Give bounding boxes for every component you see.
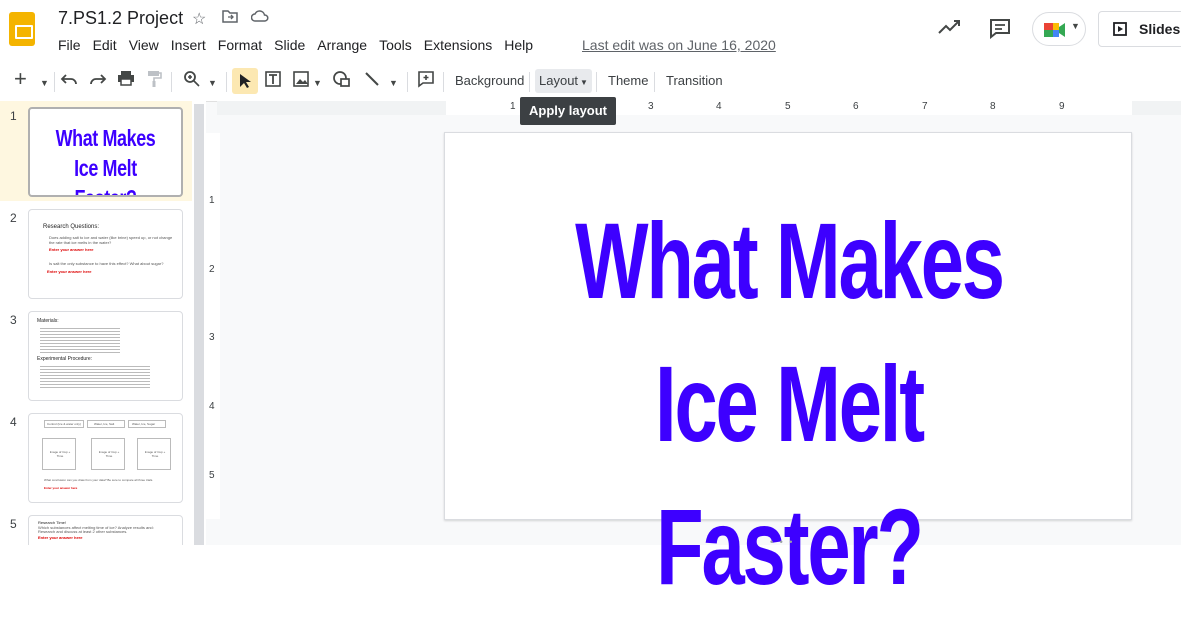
menu-insert[interactable]: Insert: [165, 36, 212, 56]
slide-title-text[interactable]: What Makes Ice Melt Faster?: [541, 189, 1036, 618]
comment-add-icon[interactable]: [417, 70, 435, 94]
thumbnail-image-box: Image of Cup + Time: [42, 438, 76, 470]
shape-icon[interactable]: [332, 70, 352, 94]
layout-label: Layout: [539, 73, 579, 88]
present-icon: [1113, 22, 1127, 36]
zoom-icon[interactable]: [183, 70, 201, 94]
toolbar: + ▼ ▼ ▼ ▼ Background Layout ▼ Theme Tran…: [0, 64, 1181, 98]
slide-number: 4: [10, 415, 17, 429]
image-icon[interactable]: [292, 70, 310, 94]
slide-number: 5: [10, 517, 17, 531]
left-ruler[interactable]: 1 2 3 4 5: [206, 133, 220, 519]
select-tool[interactable]: [232, 68, 258, 94]
slide-thumbnail-row[interactable]: 1 What Makes Ice Melt Faster?: [0, 101, 192, 201]
menu-file[interactable]: File: [52, 36, 87, 56]
slide-thumbnail[interactable]: Research Time! Which substances affect m…: [28, 515, 183, 545]
print-icon[interactable]: [117, 70, 135, 92]
thumbnail-text: What conclusion can you draw from your d…: [44, 478, 154, 482]
slide-number: 3: [10, 313, 17, 327]
menu-help[interactable]: Help: [498, 36, 539, 56]
slide-thumbnail-row[interactable]: 3 Materials: Experimental Procedure:: [0, 305, 192, 405]
line-dropdown-icon[interactable]: ▼: [389, 72, 398, 94]
image-dropdown-icon[interactable]: ▼: [313, 72, 322, 94]
thumbnail-answer: Enter your answer here: [47, 269, 92, 274]
comments-icon[interactable]: [988, 17, 1012, 40]
slideshow-button[interactable]: Slidesh: [1098, 11, 1181, 47]
thumbnail-column-header: Water, Ice, Salt: [87, 420, 125, 428]
cursor-icon: [240, 74, 251, 88]
background-button[interactable]: Background: [451, 69, 528, 93]
add-dropdown-icon[interactable]: ▼: [40, 72, 49, 94]
thumbnail-image-box: Image of Cup + Time: [91, 438, 125, 470]
slide-thumbnail-row[interactable]: 2 Research Questions: Does adding salt t…: [0, 203, 192, 303]
thumbnail-heading: Research Questions:: [43, 224, 100, 230]
slide-thumbnail[interactable]: Materials: Experimental Procedure:: [28, 311, 183, 401]
speaker-notes-handle[interactable]: • • •: [770, 537, 794, 547]
activity-dashboard-icon[interactable]: [936, 17, 962, 37]
slide-thumbnail[interactable]: Control (Ice & water only) Water, Ice, S…: [28, 413, 183, 503]
menu-arrange[interactable]: Arrange: [311, 36, 373, 56]
menu-slide[interactable]: Slide: [268, 36, 311, 56]
thumbnail-answer: Enter your answer here: [44, 486, 78, 490]
star-icon[interactable]: ☆: [192, 9, 206, 29]
thumbnail-bullets: [40, 326, 120, 354]
slides-logo-icon[interactable]: [9, 12, 35, 46]
thumbnail-text: Research and discuss at least 2 other su…: [38, 529, 128, 534]
slide-number: 1: [10, 109, 17, 123]
document-title[interactable]: 7.PS1.2 Project: [58, 8, 183, 29]
thumbnail-column-header: Water, Ice, Sugar: [128, 420, 166, 428]
menu-tools[interactable]: Tools: [373, 36, 418, 56]
header: 7.PS1.2 Project ☆ File Edit View Insert …: [0, 0, 1181, 62]
slide-canvas[interactable]: What Makes Ice Melt Faster?: [444, 132, 1132, 607]
zoom-dropdown-icon[interactable]: ▼: [208, 72, 217, 94]
undo-icon[interactable]: [60, 70, 78, 92]
menu-extensions[interactable]: Extensions: [418, 36, 498, 56]
thumbnail-procedure: [40, 364, 150, 388]
text-box-icon[interactable]: [264, 70, 282, 94]
menu-view[interactable]: View: [123, 36, 165, 56]
thumbnail-image-box: Image of Cup + Time: [137, 438, 171, 470]
last-edit-link[interactable]: Last edit was on June 16, 2020: [582, 37, 776, 53]
menu-bar: File Edit View Insert Format Slide Arran…: [52, 36, 539, 56]
filmstrip-scrollbar[interactable]: [194, 104, 204, 545]
thumbnail-answer: Enter your answer here: [49, 247, 94, 252]
thumbnail-subheading: Experimental Procedure:: [37, 356, 93, 362]
slide-thumbnail[interactable]: Research Questions: Does adding salt to …: [28, 209, 183, 299]
thumbnail-answer: Enter your answer here: [38, 535, 83, 540]
thumbnail-text: Is salt the only substance to have this …: [49, 261, 164, 266]
layout-dropdown-icon: ▼: [580, 78, 588, 87]
meet-button[interactable]: ▼: [1032, 12, 1086, 46]
thumbnail-text: Does adding salt to ice and water (like …: [49, 235, 173, 245]
chevron-down-icon: ▼: [1071, 21, 1080, 31]
thumbnail-column-header: Control (Ice & water only): [44, 420, 84, 428]
layout-button[interactable]: Layout ▼: [535, 69, 592, 93]
transition-button[interactable]: Transition: [662, 69, 727, 93]
slide-thumbnail-row[interactable]: 5 Research Time! Which substances affect…: [0, 509, 192, 545]
menu-edit[interactable]: Edit: [87, 36, 123, 56]
slide-thumbnail[interactable]: What Makes Ice Melt Faster?: [28, 107, 183, 197]
paint-format-icon[interactable]: [146, 70, 162, 94]
line-icon[interactable]: [363, 70, 381, 94]
layout-tooltip: Apply layout: [520, 97, 617, 125]
redo-icon[interactable]: [89, 70, 107, 92]
menu-format[interactable]: Format: [212, 36, 268, 56]
slide-filmstrip: 1 What Makes Ice Melt Faster? 2 Research…: [0, 101, 203, 545]
slide-thumbnail-row[interactable]: 4 Control (Ice & water only) Water, Ice,…: [0, 407, 192, 507]
slideshow-label: Slidesh: [1139, 21, 1181, 37]
theme-button[interactable]: Theme: [604, 69, 652, 93]
thumbnail-title: What Makes Ice Melt Faster?: [55, 125, 156, 195]
move-folder-icon[interactable]: [222, 9, 238, 28]
thumbnail-heading: Materials:: [37, 318, 59, 324]
cloud-status-icon[interactable]: [250, 9, 269, 28]
meet-icon: [1044, 23, 1065, 37]
add-icon[interactable]: +: [14, 68, 27, 90]
slide-number: 2: [10, 211, 17, 225]
